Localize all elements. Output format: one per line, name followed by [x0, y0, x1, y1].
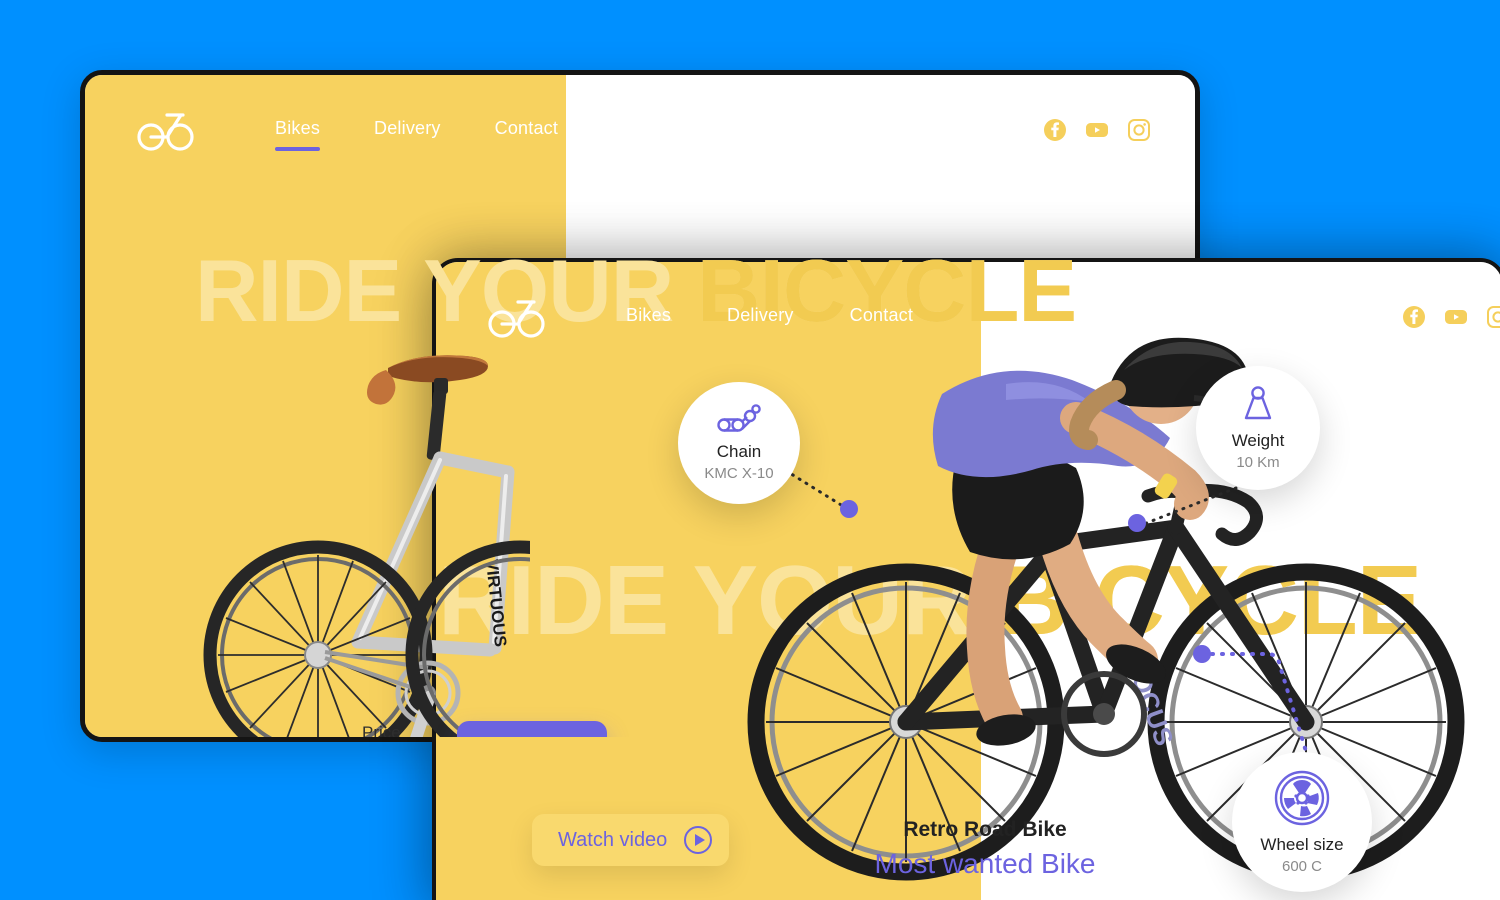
instagram-icon[interactable]: [1486, 305, 1500, 329]
nav-link-delivery-label: Delivery: [727, 304, 794, 325]
spec-badge-weight-title: Weight: [1231, 431, 1285, 450]
spec-badge-wheel-size[interactable]: Wheel size 600 C: [1232, 752, 1372, 892]
spec-badge-chain-title: Chain: [716, 442, 762, 461]
nav-link-bikes[interactable]: Bikes: [626, 305, 671, 330]
back-window-nav-links: Bikes Delivery Contact: [275, 117, 558, 151]
front-window-nav-links: Bikes Delivery Contact: [626, 305, 913, 330]
product-name: Retro Road Bike: [903, 818, 1067, 841]
nav-link-bikes-label: Bikes: [275, 117, 321, 138]
bicycle-logo[interactable]: [488, 295, 548, 339]
instagram-icon[interactable]: [1127, 118, 1151, 142]
spec-badge-wheel-value: 600 C: [1281, 858, 1323, 875]
back-window-navbar: Bikes Delivery Contact: [85, 75, 1195, 185]
back-window-social-links: [1043, 118, 1151, 142]
nav-link-delivery-label: Delivery: [374, 117, 441, 138]
spec-badge-chain[interactable]: Chain KMC X-10: [678, 382, 800, 504]
weight-kettlebell-icon: [1244, 386, 1272, 420]
front-window-navbar: Bikes Delivery Contact: [436, 262, 1500, 372]
nav-link-contact-label: Contact: [494, 117, 559, 138]
facebook-icon[interactable]: [1402, 305, 1426, 329]
connector-node-wheel: [1193, 645, 1211, 663]
nav-link-contact-label: Contact: [849, 304, 914, 325]
youtube-icon[interactable]: [1085, 118, 1109, 142]
connector-node-weight: [1128, 514, 1146, 532]
bicycle-chain-icon: [717, 404, 761, 432]
spec-badge-chain-value: KMC X-10: [704, 465, 774, 482]
nav-link-bikes-label: Bikes: [626, 304, 672, 325]
nav-link-delivery[interactable]: Delivery: [374, 118, 441, 143]
spec-badge-weight[interactable]: Weight 10 Km: [1196, 366, 1320, 490]
bicycle-logo[interactable]: [137, 108, 197, 152]
nav-link-delivery[interactable]: Delivery: [727, 305, 794, 330]
watch-video-button[interactable]: Watch video: [532, 814, 730, 866]
nav-link-contact[interactable]: Contact: [850, 305, 913, 330]
front-window-social-links: [1402, 305, 1500, 329]
front-window-cyclist-image: FOCUS: [747, 337, 1465, 881]
nav-link-bikes[interactable]: Bikes: [275, 117, 321, 151]
facebook-icon[interactable]: [1043, 118, 1067, 142]
spec-badge-wheel-title: Wheel size: [1260, 835, 1344, 854]
connector-node-chain: [840, 500, 858, 518]
play-circle-icon: [684, 826, 713, 854]
spec-badge-weight-value: 10 Km: [1236, 454, 1280, 471]
watch-video-label: Watch video: [558, 828, 668, 851]
youtube-icon[interactable]: [1444, 305, 1468, 329]
alloy-wheel-icon: [1274, 770, 1330, 826]
product-caption: Retro Road Bike Most wanted Bike: [775, 818, 1195, 880]
product-tagline: Most wanted Bike: [874, 848, 1096, 879]
nav-link-contact[interactable]: Contact: [495, 118, 558, 143]
